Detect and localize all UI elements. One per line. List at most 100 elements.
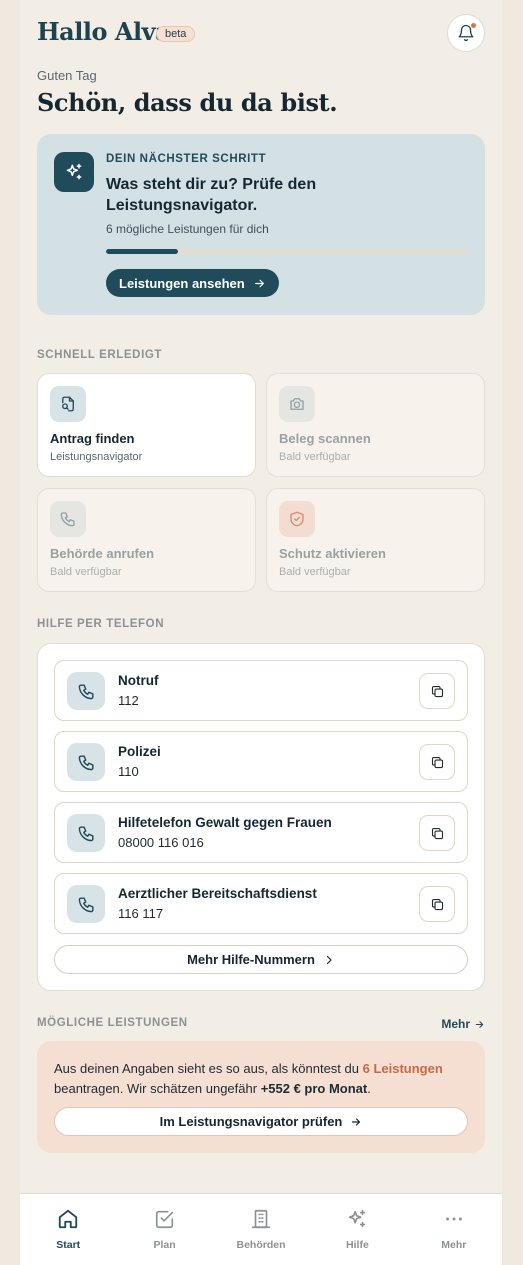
tile-sub: Bald verfügbar: [279, 566, 351, 578]
phone-icon: [78, 754, 94, 770]
greeting-sub: Guten Tag: [37, 68, 97, 83]
phone-number: 110: [118, 764, 139, 779]
beta-badge: beta: [156, 26, 196, 42]
phone-row-hilfetelefon[interactable]: Hilfetelefon Gewalt gegen Frauen 08000 1…: [54, 802, 468, 863]
phone-icon: [78, 896, 94, 912]
nav-label: Hilfe: [346, 1239, 369, 1251]
sparkle-icon: [349, 1209, 366, 1228]
bottom-nav: Start Plan Behörden Hilfe Mehr: [20, 1193, 502, 1265]
tile-sub: Bald verfügbar: [279, 451, 351, 463]
document-search-icon: [62, 396, 74, 412]
next-step-icon-box: [54, 152, 94, 192]
phone-icon-box: [67, 743, 105, 781]
phone-number: 116 117: [118, 906, 164, 921]
tile-icon-box: [50, 501, 86, 537]
nav-item-hilfe[interactable]: Hilfe: [309, 1194, 405, 1265]
tile-call-authority[interactable]: Behörde anrufen Bald verfügbar: [37, 488, 256, 592]
notifications-button[interactable]: [447, 14, 485, 52]
arrow-right-icon: [475, 1020, 484, 1028]
tile-title: Schutz aktivieren: [279, 546, 386, 561]
shield-icon: [290, 511, 304, 527]
copy-button[interactable]: [419, 744, 455, 780]
more-link-label: Mehr: [441, 1017, 470, 1031]
benefits-section-label: MÖGLICHE LEISTUNGEN: [37, 1017, 188, 1029]
benefit-text: Aus deinen Angaben sieht es so aus, als …: [54, 1059, 474, 1099]
check-navigator-button[interactable]: Im Leistungsnavigator prüfen: [54, 1107, 468, 1136]
phone-icon: [78, 683, 94, 699]
next-step-progress: [106, 249, 467, 254]
nav-label: Start: [56, 1239, 81, 1251]
chevron-right-icon: [326, 955, 332, 964]
next-step-title: Was steht dir zu? Prüfe den Leistungsnav…: [106, 176, 317, 214]
phone-name: Notruf: [118, 673, 159, 688]
page-title: Hallo Alva: [37, 17, 171, 46]
benefit-count: 6 Leistungen: [362, 1061, 443, 1076]
copy-icon: [431, 827, 443, 839]
copy-button[interactable]: [419, 886, 455, 922]
benefit-text-part: .: [367, 1081, 371, 1096]
copy-icon: [431, 685, 443, 697]
tile-find-application[interactable]: Antrag finden Leistungsnavigator: [37, 373, 256, 477]
tile-sub: Bald verfügbar: [50, 566, 122, 578]
app-screen: Hallo Alva beta Guten Tag Schön, dass du…: [20, 0, 502, 1265]
nav-item-behoerden[interactable]: Behörden: [213, 1194, 309, 1265]
phone-icon-box: [67, 672, 105, 710]
progress-fill: [106, 249, 179, 254]
arrow-right-icon: [352, 1117, 361, 1126]
benefit-text-part: beantragen. Wir schätzen ungefähr: [54, 1081, 261, 1096]
more-help-label: Mehr Hilfe-Nummern: [187, 952, 315, 967]
tile-icon-box: [279, 386, 315, 422]
benefit-card: Aus deinen Angaben sieht es so aus, als …: [37, 1041, 485, 1153]
notification-dot: [471, 23, 476, 28]
nav-label: Plan: [153, 1239, 176, 1251]
benefits-more-link[interactable]: Mehr: [441, 1017, 485, 1031]
building-icon: [251, 1209, 271, 1229]
nav-item-mehr[interactable]: Mehr: [406, 1194, 502, 1265]
nav-item-plan[interactable]: Plan: [116, 1194, 212, 1265]
help-card: Notruf 112 Polizei 110 Hilfetelefon Gewa…: [37, 643, 485, 991]
phone-name: Polizei: [118, 744, 161, 759]
phone-icon-box: [67, 814, 105, 852]
next-step-kicker: DEIN NÄCHSTER SCHRITT: [106, 153, 267, 165]
nav-label: Mehr: [441, 1239, 467, 1251]
help-section-label: HILFE PER TELEFON: [37, 618, 165, 630]
copy-button[interactable]: [419, 673, 455, 709]
camera-icon: [290, 398, 304, 410]
view-benefits-label: Leistungen ansehen: [119, 275, 245, 291]
tile-sub: Leistungsnavigator: [50, 451, 143, 463]
tile-icon-box: [279, 501, 315, 537]
next-step-card: DEIN NÄCHSTER SCHRITT Was steht dir zu? …: [37, 134, 485, 315]
phone-row-notruf[interactable]: Notruf 112: [54, 660, 468, 721]
tile-scan-receipt[interactable]: Beleg scannen Bald verfügbar: [266, 373, 485, 477]
quick-section-label: SCHNELL ERLEDIGT: [37, 349, 163, 361]
more-help-numbers-button[interactable]: Mehr Hilfe-Nummern: [54, 945, 468, 974]
tile-title: Beleg scannen: [279, 431, 371, 446]
tile-icon-box: [50, 386, 86, 422]
view-benefits-button[interactable]: Leistungen ansehen: [106, 269, 279, 297]
phone-icon: [60, 512, 75, 527]
tile-title: Antrag finden: [50, 431, 135, 446]
tile-activate-protection[interactable]: Schutz aktivieren Bald verfügbar: [266, 488, 485, 592]
phone-icon-box: [67, 885, 105, 923]
tile-title: Behörde anrufen: [50, 546, 155, 561]
copy-button[interactable]: [419, 815, 455, 851]
phone-name: Aerztlicher Bereitschaftsdienst: [118, 886, 317, 901]
next-step-meta: 6 mögliche Leistungen für dich: [106, 222, 269, 236]
benefit-text-part: Aus deinen Angaben sieht es so aus, als …: [54, 1061, 363, 1076]
home-icon: [59, 1209, 78, 1229]
welcome-headline: Schön, dass du da bist.: [37, 88, 338, 117]
phone-number: 08000 116 016: [118, 835, 204, 850]
phone-row-polizei[interactable]: Polizei 110: [54, 731, 468, 792]
phone-name: Hilfetelefon Gewalt gegen Frauen: [118, 815, 332, 830]
phone-row-bereitschaftsdienst[interactable]: Aerztlicher Bereitschaftsdienst 116 117: [54, 873, 468, 934]
nav-item-start[interactable]: Start: [20, 1194, 116, 1265]
sparkle-icon: [66, 163, 82, 180]
phone-icon: [78, 825, 94, 841]
benefit-amount: +552 € pro Monat: [260, 1081, 368, 1096]
copy-icon: [431, 898, 443, 910]
phone-number: 112: [118, 693, 139, 708]
check-navigator-label: Im Leistungsnavigator prüfen: [159, 1114, 343, 1129]
header: Hallo Alva beta: [37, 14, 485, 54]
checklist-icon: [155, 1210, 173, 1229]
more-dots-icon: [445, 1217, 462, 1221]
